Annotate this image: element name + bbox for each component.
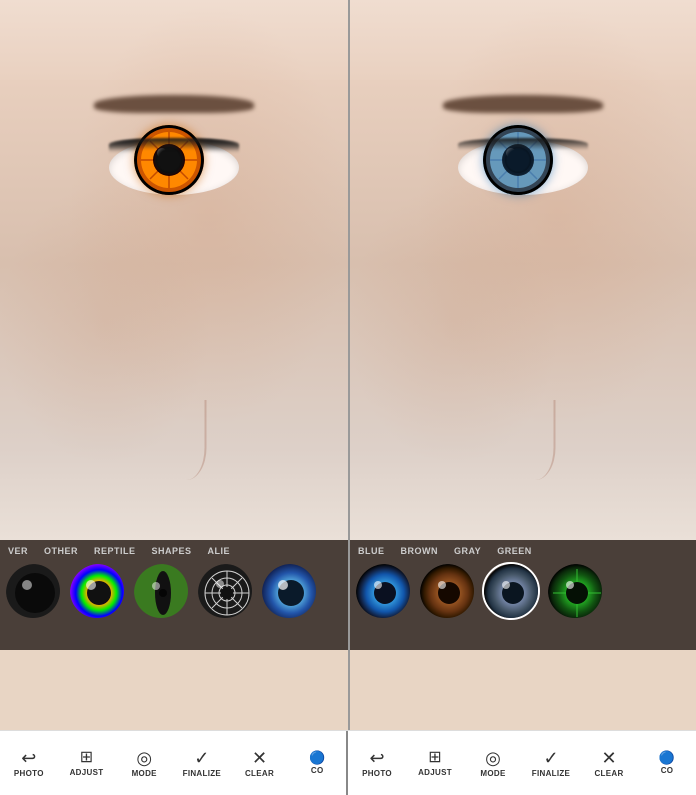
filter-thumb-reptile[interactable] bbox=[132, 562, 190, 620]
left-panel: VER OTHER REPTILE SHAPES ALIE bbox=[0, 0, 348, 730]
mode-label-right: MODE bbox=[480, 769, 505, 778]
filter-thumb-black[interactable] bbox=[4, 562, 62, 620]
clear-icon-right: ✕ bbox=[601, 749, 616, 767]
toolbar-mode-right[interactable]: ◎ MODE bbox=[464, 749, 522, 778]
clear-icon-left: ✕ bbox=[252, 749, 267, 767]
cat-shapes[interactable]: SHAPES bbox=[144, 546, 200, 556]
adjust-label-right: ADJUST bbox=[418, 768, 452, 777]
toolbar-photo-right[interactable]: ↩ PHOTO bbox=[348, 749, 406, 778]
right-categories: BLUE BROWN GRAY GREEN bbox=[350, 540, 696, 558]
right-eyebrow bbox=[443, 95, 603, 113]
co-icon-right: 🔵 bbox=[659, 751, 675, 764]
filter-thumb-alien[interactable] bbox=[260, 562, 318, 620]
toolbar-finalize-left[interactable]: ✓ FINALIZE bbox=[173, 749, 231, 778]
cat-blue[interactable]: BLUE bbox=[350, 546, 393, 556]
mode-icon-right: ◎ bbox=[485, 749, 501, 767]
filter-thumb-gray-lens[interactable] bbox=[482, 562, 540, 620]
cat-reptile[interactable]: REPTILE bbox=[86, 546, 144, 556]
toolbar-finalize-right[interactable]: ✓ FINALIZE bbox=[522, 749, 580, 778]
left-lens-orange bbox=[134, 125, 204, 195]
clear-label-left: CLEAR bbox=[245, 769, 274, 778]
left-eye-socket bbox=[104, 130, 244, 210]
left-eyebrow bbox=[94, 95, 254, 113]
filter-thumb-rainbow[interactable] bbox=[68, 562, 126, 620]
filter-thumb-green-lens[interactable] bbox=[546, 562, 604, 620]
co-icon-left: 🔵 bbox=[309, 751, 325, 764]
cat-alie[interactable]: ALIE bbox=[200, 546, 239, 556]
toolbar-clear-right[interactable]: ✕ CLEAR bbox=[580, 749, 638, 778]
clear-label-right: CLEAR bbox=[594, 769, 623, 778]
adjust-icon-left: ⊞ bbox=[80, 750, 93, 766]
toolbar-clear-left[interactable]: ✕ CLEAR bbox=[231, 749, 289, 778]
cat-green[interactable]: GREEN bbox=[489, 546, 540, 556]
cat-brown[interactable]: BROWN bbox=[393, 546, 447, 556]
cat-ver[interactable]: VER bbox=[0, 546, 36, 556]
cat-other[interactable]: OTHER bbox=[36, 546, 86, 556]
photo-icon-left: ↩ bbox=[21, 749, 36, 767]
right-filter-bar: BLUE BROWN GRAY GREEN bbox=[350, 540, 696, 650]
adjust-label-left: ADJUST bbox=[70, 768, 104, 777]
photo-icon-right: ↩ bbox=[369, 749, 384, 767]
photo-label-right: PHOTO bbox=[362, 769, 392, 778]
toolbar-photo-left[interactable]: ↩ PHOTO bbox=[0, 749, 58, 778]
toolbar-adjust-left[interactable]: ⊞ ADJUST bbox=[58, 750, 116, 777]
finalize-label-left: FINALIZE bbox=[183, 769, 221, 778]
finalize-icon-left: ✓ bbox=[194, 749, 209, 767]
filter-thumb-brown-lens[interactable] bbox=[418, 562, 476, 620]
toolbar-mode-left[interactable]: ◎ MODE bbox=[115, 749, 173, 778]
right-panel: BLUE BROWN GRAY GREEN bbox=[348, 0, 696, 730]
finalize-label-right: FINALIZE bbox=[532, 769, 570, 778]
finalize-icon-right: ✓ bbox=[543, 749, 558, 767]
right-filter-items bbox=[350, 558, 696, 624]
right-face-image bbox=[350, 0, 696, 540]
toolbar-adjust-right[interactable]: ⊞ ADJUST bbox=[406, 750, 464, 777]
mode-label-left: MODE bbox=[132, 769, 157, 778]
mode-icon-left: ◎ bbox=[136, 749, 152, 767]
co-label-left: CO bbox=[311, 766, 324, 775]
right-lens-blue bbox=[483, 125, 553, 195]
right-eye-socket bbox=[453, 130, 593, 210]
co-label-right: CO bbox=[661, 766, 674, 775]
filter-thumb-blue-lens[interactable] bbox=[354, 562, 412, 620]
toolbar-co-left[interactable]: 🔵 CO bbox=[288, 751, 346, 775]
filter-thumb-spiderweb[interactable] bbox=[196, 562, 254, 620]
adjust-icon-right: ⊞ bbox=[428, 750, 441, 766]
left-face-image bbox=[0, 0, 348, 540]
left-filter-items bbox=[0, 558, 348, 624]
cat-gray[interactable]: GRAY bbox=[446, 546, 489, 556]
left-categories: VER OTHER REPTILE SHAPES ALIE bbox=[0, 540, 348, 558]
toolbar-co-right[interactable]: 🔵 CO bbox=[638, 751, 696, 775]
left-filter-bar: VER OTHER REPTILE SHAPES ALIE bbox=[0, 540, 348, 650]
photo-label-left: PHOTO bbox=[14, 769, 44, 778]
